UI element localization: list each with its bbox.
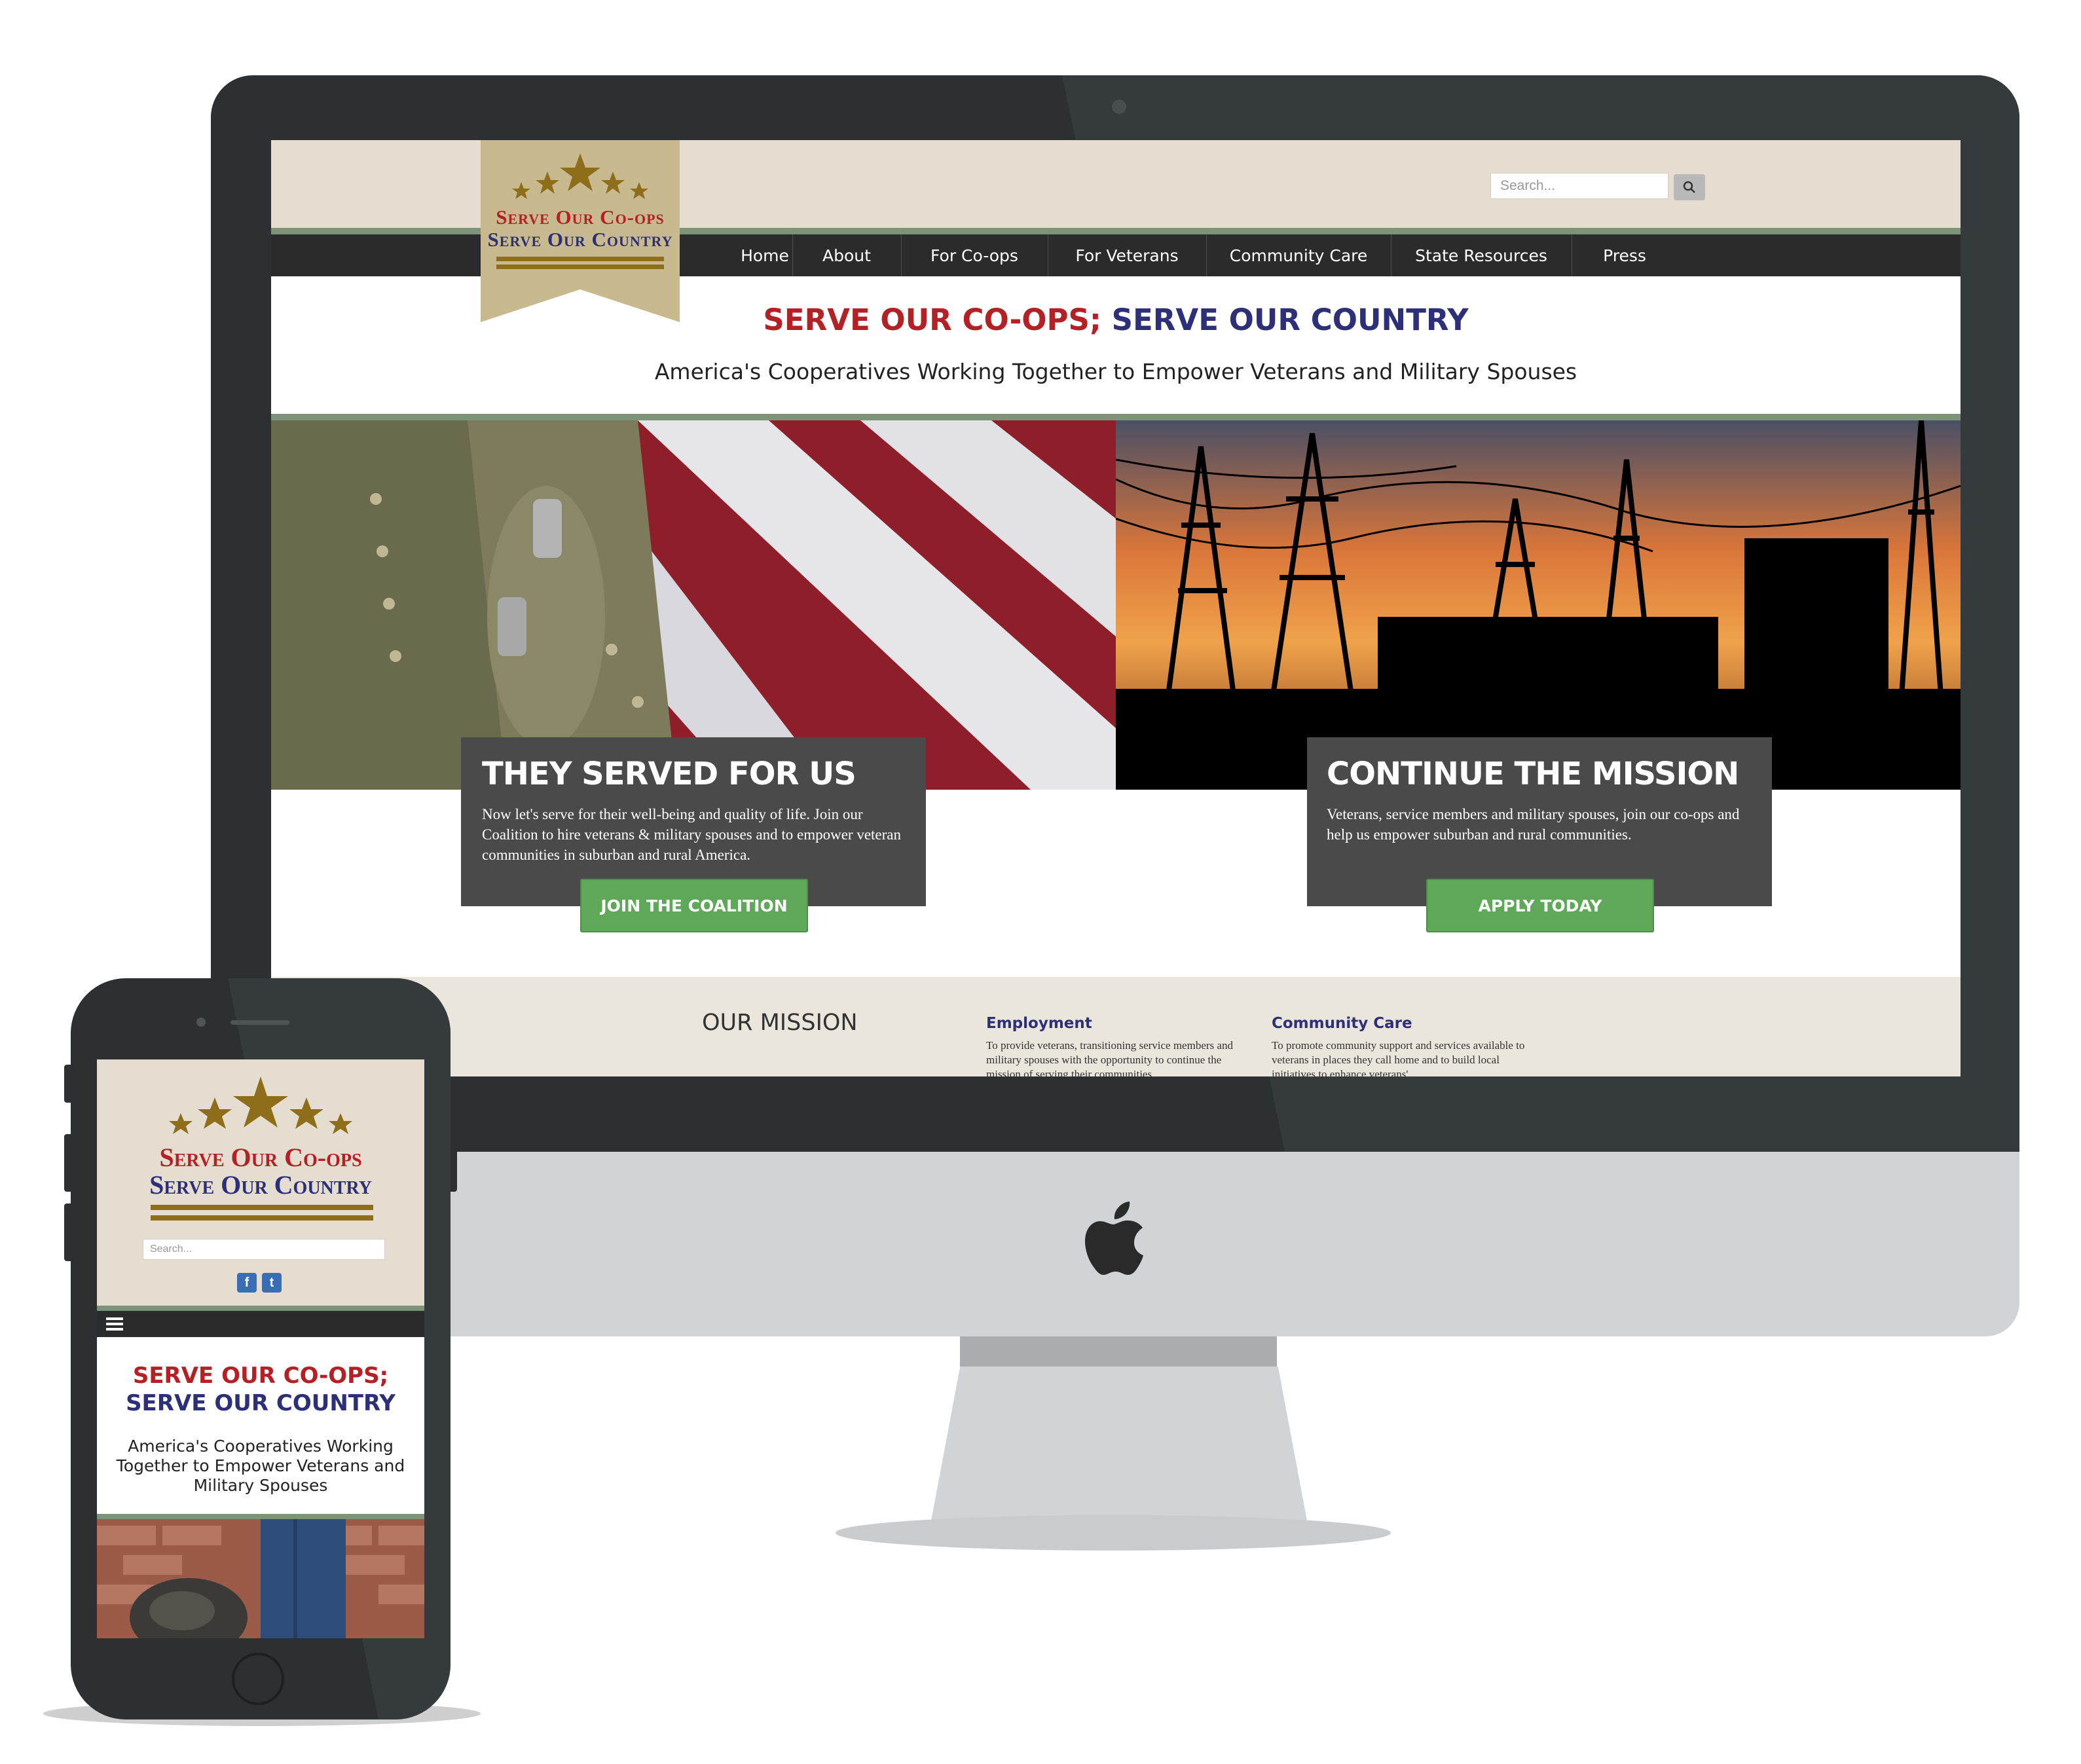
logo-stars (512, 153, 648, 199)
caption-title-continue-mission: CONTINUE THE MISSION (1327, 756, 1739, 792)
nav-state-resources[interactable]: State Resources (1391, 234, 1571, 276)
mobile-brick-wall-image (97, 1519, 424, 1638)
page-title: SERVE OUR CO-OPS; SERVE OUR COUNTRY (271, 303, 1961, 337)
star-icon (601, 172, 625, 194)
mission-community-care-heading[interactable]: Community Care (1272, 1015, 1412, 1032)
apple-logo-icon (1085, 1202, 1143, 1275)
search-input[interactable]: Search... (1490, 173, 1668, 199)
mobile-search-placeholder: Search... (150, 1243, 193, 1255)
page-subtitle: America's Cooperatives Working Together … (654, 359, 1577, 384)
phone-home-button[interactable] (232, 1653, 284, 1705)
caption-text-they-served: Now let's serve for their well-being and… (482, 806, 902, 863)
caption-title-they-served: THEY SERVED FOR US (482, 756, 856, 792)
mobile-screen: Serve Our Co-ops Serve Our Country Searc… (97, 1059, 424, 1638)
panel-photo-power-lines (1116, 420, 1961, 790)
mobile-title-red: SERVE OUR CO-OPS; (132, 1363, 389, 1389)
imac-stand-base (836, 1515, 1391, 1551)
mobile-hero-photo (97, 1519, 424, 1638)
apply-today-button[interactable]: APPLY TODAY (1426, 879, 1654, 932)
mobile-page-subtitle: America's Cooperatives Working Together … (116, 1437, 405, 1495)
mobile-hero-divider (97, 1514, 424, 1519)
imac-camera (1112, 100, 1126, 114)
logo-gold-bar (496, 265, 664, 269)
power-lines-image (1116, 420, 1961, 790)
nav-community-care[interactable]: Community Care (1207, 234, 1390, 276)
panel-photo-boots-flag (271, 420, 1116, 790)
logo-gold-bar (496, 257, 664, 261)
star-icon (630, 182, 648, 199)
nav-press[interactable]: Press (1572, 234, 1677, 276)
logo-line-1: Serve Our Co-ops (496, 206, 665, 229)
mobile-logo-line-1: Serve Our Co-ops (159, 1143, 362, 1172)
star-icon (169, 1113, 193, 1134)
star-icon (329, 1113, 352, 1134)
mobile-search-input[interactable]: Search... (143, 1239, 385, 1260)
mobile-nav-bar (97, 1311, 424, 1337)
mobile-logo-gold-bar (151, 1205, 373, 1210)
star-icon (233, 1076, 288, 1128)
phone-front-camera (196, 1018, 206, 1027)
search-button[interactable] (1674, 174, 1705, 200)
star-icon (560, 153, 600, 191)
mission-title: OUR MISSION (702, 1010, 858, 1036)
search-icon (1683, 181, 1695, 193)
logo-line-2: Serve Our Country (487, 228, 673, 251)
title-blue: SERVE OUR COUNTRY (1111, 303, 1469, 337)
hero-divider (271, 414, 1961, 420)
mobile-logo-gold-bar (151, 1215, 373, 1221)
search-placeholder: Search... (1500, 178, 1556, 193)
nav-about[interactable]: About (793, 234, 900, 276)
mobile-logo-stars (169, 1076, 352, 1134)
nav-for-coops[interactable]: For Co-ops (902, 234, 1047, 276)
mission-community-care-text: To promote community support and service… (1272, 1039, 1525, 1076)
mobile-page-title: SERVE OUR CO-OPS; SERVE OUR COUNTRY (97, 1362, 424, 1417)
facebook-icon[interactable]: f (237, 1273, 257, 1293)
imac-stand (930, 1367, 1308, 1528)
star-icon (289, 1097, 323, 1129)
star-icon (536, 172, 559, 194)
boots-flag-image (271, 420, 1116, 790)
star-icon (512, 182, 530, 199)
imac-stand-joint (960, 1336, 1277, 1367)
caption-text-continue-mission: Veterans, service members and military s… (1327, 806, 1740, 843)
mobile-header-divider (97, 1306, 424, 1311)
star-icon (198, 1097, 232, 1129)
hamburger-menu-icon[interactable] (105, 1316, 124, 1332)
desktop-screen: Search... Home About For Co-ops For Vete… (271, 140, 1961, 1076)
mobile-title-blue: SERVE OUR COUNTRY (126, 1390, 396, 1416)
twitter-icon[interactable]: t (262, 1273, 282, 1293)
nav-for-veterans[interactable]: For Veterans (1048, 234, 1206, 276)
title-red: SERVE OUR CO-OPS; (763, 303, 1101, 337)
mission-employment-heading[interactable]: Employment (986, 1015, 1092, 1032)
mobile-logo-line-2: Serve Our Country (149, 1170, 372, 1200)
join-coalition-button[interactable]: JOIN THE COALITION (580, 879, 808, 932)
phone-speaker (230, 1020, 289, 1025)
mission-employment-text: To provide veterans, transitioning servi… (986, 1039, 1233, 1076)
